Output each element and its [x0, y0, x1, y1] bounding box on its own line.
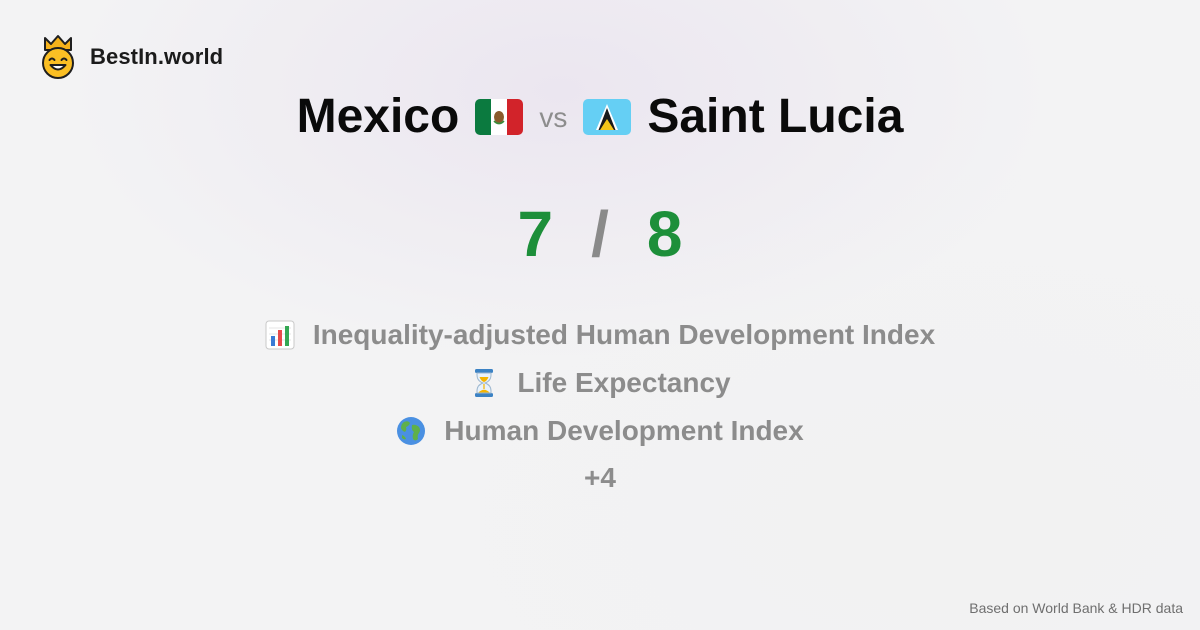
hourglass-icon [475, 369, 494, 397]
saint-lucia-flag-icon [583, 99, 632, 135]
metric-item: Inequality-adjusted Human Development In… [0, 311, 1200, 359]
bar-chart-icon [265, 320, 295, 350]
left-country-name: Mexico [296, 90, 460, 143]
comparison-title: Mexico vs Saint Lucia [0, 82, 1200, 152]
metric-item: Life Expectancy [0, 359, 1200, 407]
crown-smiley-icon [42, 35, 74, 79]
vs-label: vs [539, 102, 568, 133]
metric-label: Life Expectancy [517, 367, 731, 398]
mexico-flag-icon [475, 99, 524, 135]
right-score: 8 [646, 198, 683, 270]
metric-label: Human Development Index [444, 415, 804, 446]
score-display: 7 / 8 [0, 196, 1200, 272]
brand[interactable]: BestIn.world [38, 34, 223, 80]
score-separator: / [591, 198, 609, 270]
right-country-name: Saint Lucia [647, 90, 904, 143]
brand-name: BestIn.world [90, 44, 224, 69]
more-metrics-count: +4 [584, 462, 616, 493]
metric-label: Inequality-adjusted Human Development In… [312, 319, 936, 350]
left-score: 7 [517, 198, 554, 270]
metric-list: Inequality-adjusted Human Development In… [0, 311, 1200, 455]
globe-icon [397, 417, 426, 445]
metric-item: Human Development Index [0, 407, 1200, 455]
data-source-note: Based on World Bank & HDR data [969, 600, 1183, 616]
